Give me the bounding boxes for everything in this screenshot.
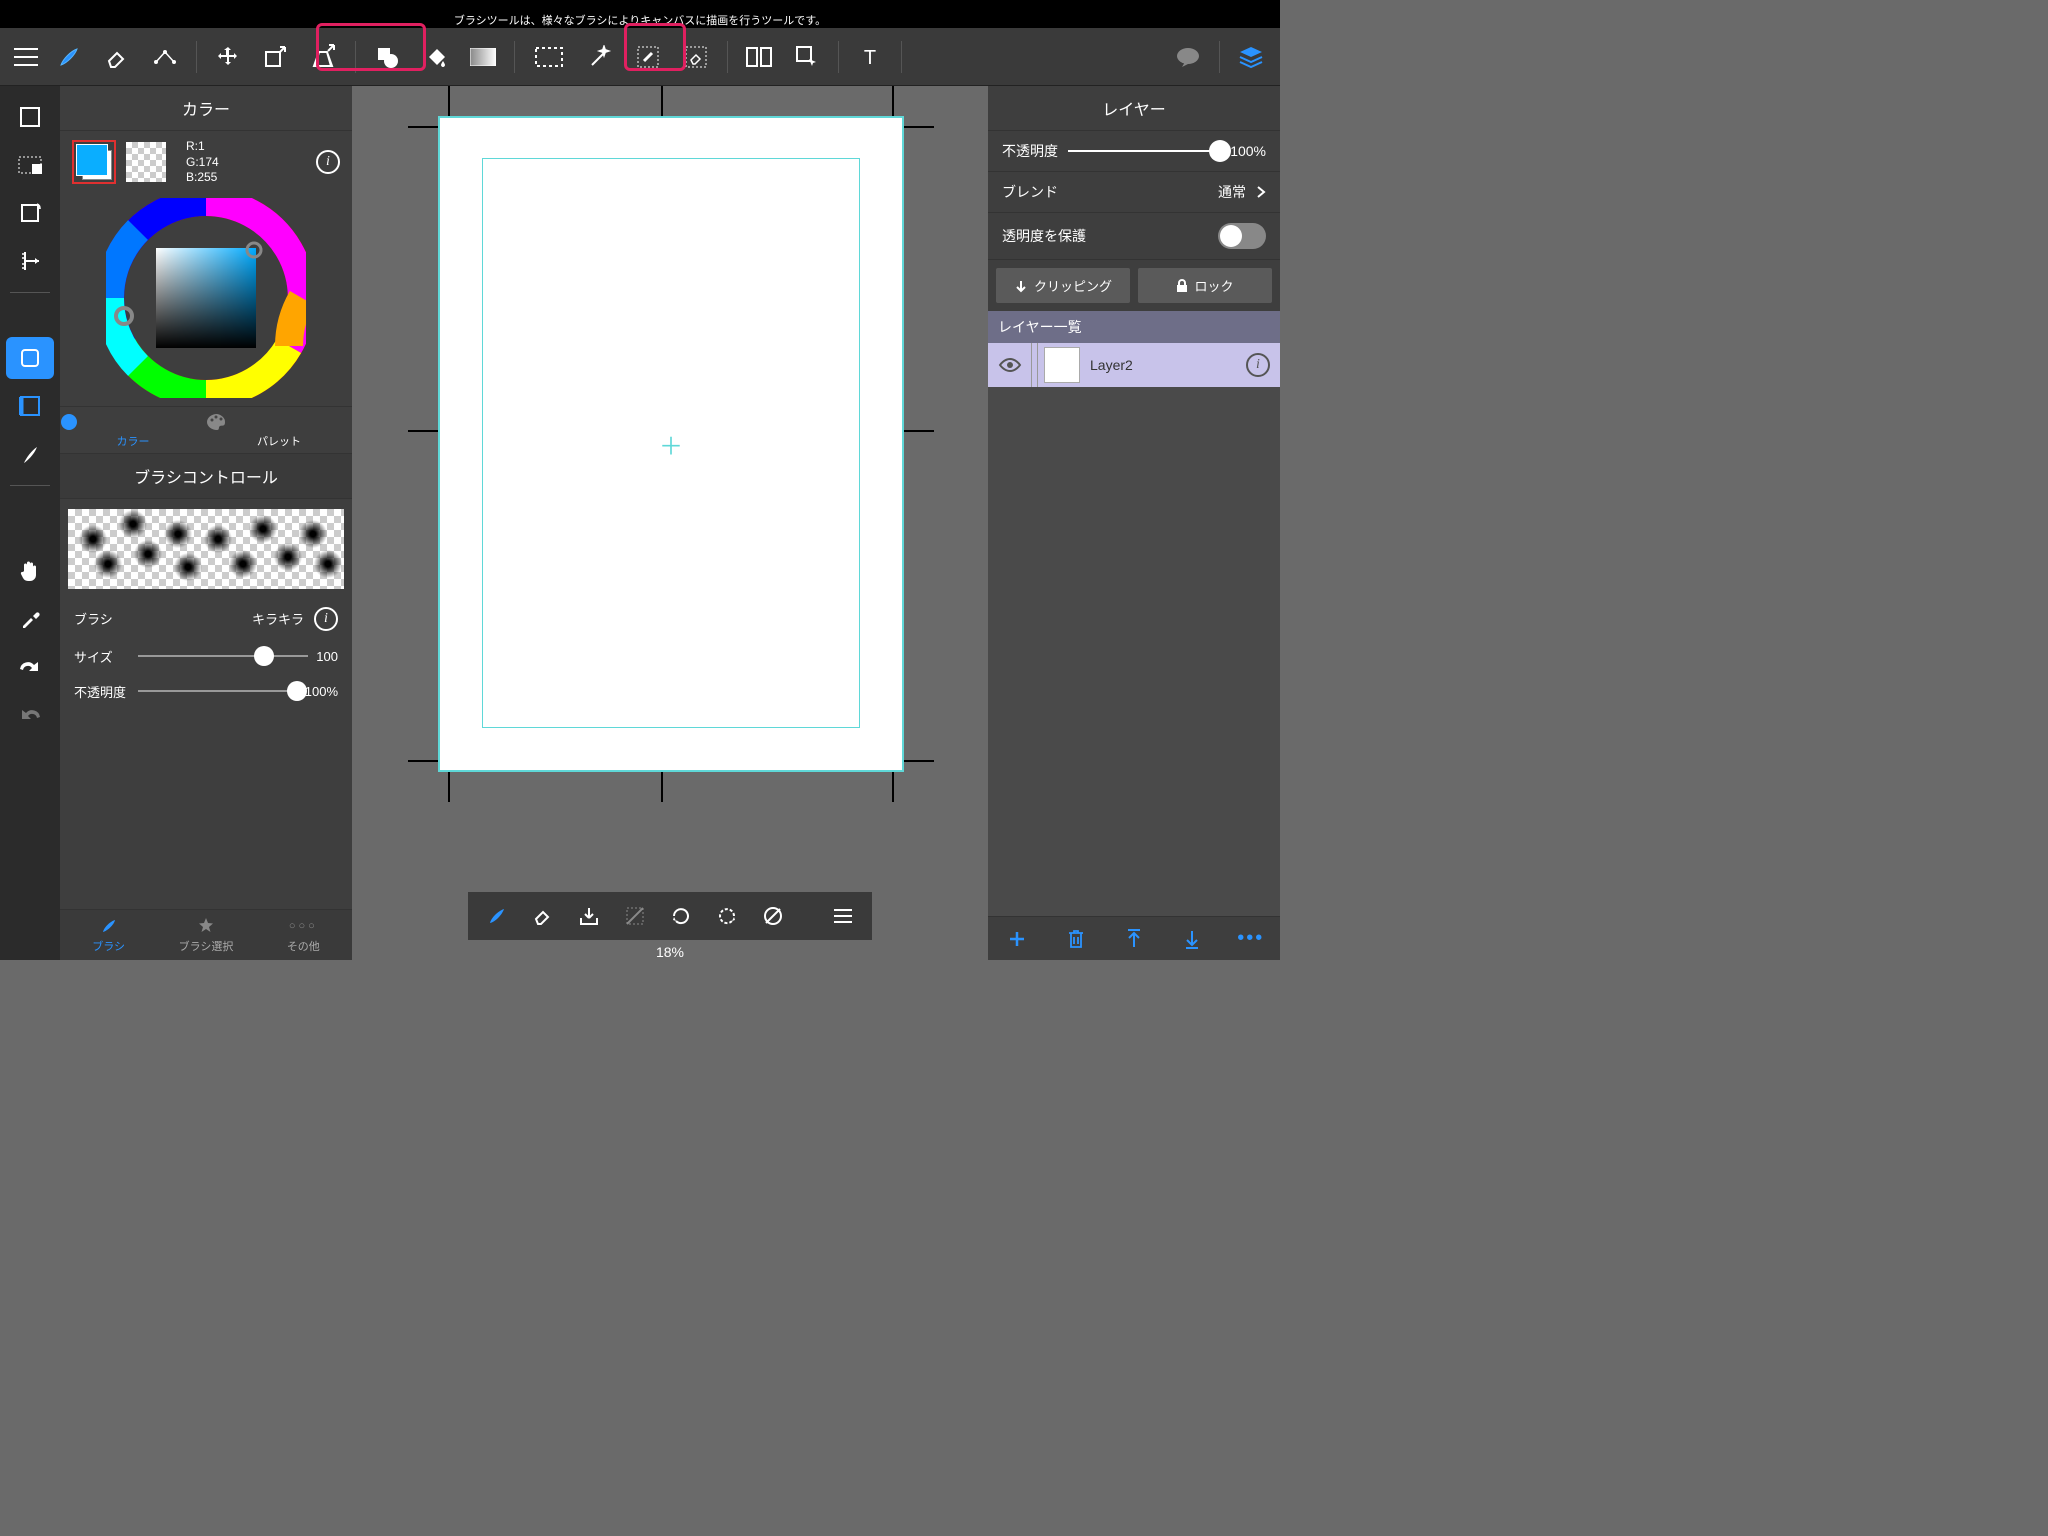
center-cross-icon: ＋ (659, 427, 683, 462)
delete-layer-button[interactable] (1056, 927, 1096, 950)
redo-tool[interactable] (6, 646, 54, 688)
select-brush-tool[interactable] (625, 36, 671, 78)
top-toolbar: T (0, 28, 1280, 86)
transform-tool[interactable] (253, 36, 299, 78)
layer-thumbnail (1044, 347, 1080, 383)
color-info-button[interactable]: i (316, 150, 340, 174)
layer-info-button[interactable]: i (1246, 353, 1270, 377)
reference-tool[interactable] (6, 385, 54, 427)
zoom-level: 18% (656, 944, 684, 960)
layer-visibility-toggle[interactable] (988, 343, 1032, 387)
transparent-swatch[interactable] (126, 142, 166, 182)
layers-toggle[interactable] (1228, 36, 1274, 78)
wand-tool[interactable] (577, 36, 623, 78)
perspective-tool[interactable] (301, 36, 347, 78)
status-bar (0, 0, 1280, 16)
hand-tool[interactable] (6, 550, 54, 592)
undo-tool[interactable] (6, 694, 54, 736)
palette-tab[interactable]: パレット (206, 407, 352, 453)
other-tab[interactable]: ○○○ その他 (255, 910, 352, 960)
canvas-page[interactable]: ＋ (438, 116, 904, 772)
frame-cursor-tool[interactable] (784, 36, 830, 78)
left-panel: カラー R:1 G:174 B:255 i (60, 86, 352, 960)
add-layer-button[interactable] (997, 927, 1037, 950)
move-tool[interactable] (205, 36, 251, 78)
protect-alpha-row[interactable]: 透明度を保護 (988, 213, 1280, 260)
clipping-icon (1014, 279, 1028, 293)
menu-button[interactable] (6, 48, 46, 66)
tooltip-text: ブラシツールは、様々なブラシによりキャンバスに描画を行うツールです。 (454, 15, 826, 27)
bb-deselect[interactable] (614, 898, 656, 934)
rgb-readout: R:1 G:174 B:255 (186, 139, 219, 186)
rotate-tool[interactable] (6, 192, 54, 234)
eraser-tool[interactable] (94, 36, 140, 78)
bb-save[interactable] (568, 898, 610, 934)
quick-mask-tool[interactable] (6, 144, 54, 186)
brush-name-row[interactable]: ブラシ キラキラ i (60, 599, 352, 639)
left-tool-rail (0, 86, 60, 960)
rect-select-tool[interactable] (523, 36, 575, 78)
chevron-right-icon (1256, 185, 1266, 199)
layer-row[interactable]: Layer2 i (988, 343, 1280, 387)
gradient-tool[interactable] (460, 36, 506, 78)
color-panel-title: カラー (60, 86, 352, 131)
bb-redo[interactable] (706, 898, 748, 934)
brush-tab[interactable]: ブラシ (60, 910, 157, 960)
fill-tool[interactable] (412, 36, 458, 78)
right-panel: レイヤー 不透明度 100% ブレンド 通常 透明度を保護 クリッピング ロック… (988, 86, 1280, 960)
color-tab[interactable]: カラー (60, 407, 206, 453)
layer-bottom-bar: ••• (988, 916, 1280, 960)
bb-eraser[interactable] (522, 898, 564, 934)
brush-select-tab[interactable]: ブラシ選択 (157, 910, 254, 960)
select-eraser-tool[interactable] (673, 36, 719, 78)
layer-name: Layer2 (1086, 357, 1246, 373)
smudge-tool[interactable] (142, 36, 188, 78)
bb-undo[interactable] (660, 898, 702, 934)
protect-alpha-toggle[interactable] (1218, 223, 1266, 249)
balloon-tool[interactable] (1165, 36, 1211, 78)
layer-list-header: レイヤー一覧 (988, 311, 1280, 343)
lock-button[interactable]: ロック (1138, 268, 1272, 303)
brush-info-button[interactable]: i (314, 607, 338, 631)
canvas-bottom-toolbar (468, 892, 872, 940)
brush-preview[interactable] (68, 509, 344, 589)
text-tool[interactable]: T (847, 36, 893, 78)
shape-tool[interactable] (364, 36, 410, 78)
svg-text:T: T (864, 47, 876, 68)
color-wheel[interactable] (60, 194, 352, 406)
pen-tool[interactable] (6, 433, 54, 475)
flip-tool[interactable] (6, 240, 54, 282)
layer-down-button[interactable] (1172, 927, 1212, 950)
eyedropper-tool[interactable] (6, 598, 54, 640)
brush-control-title: ブラシコントロール (60, 454, 352, 499)
layer-more-button[interactable]: ••• (1231, 927, 1271, 950)
brush-size-slider[interactable]: サイズ 100 (60, 639, 352, 674)
layer-empty-area (988, 387, 1280, 916)
brush-tool[interactable] (46, 36, 92, 78)
bb-no-rotate[interactable] (752, 898, 794, 934)
tooltip-bar: ブラシツールは、様々なブラシによりキャンバスに描画を行うツールです。 (0, 16, 1280, 28)
layer-up-button[interactable] (1114, 927, 1154, 950)
lock-icon (1176, 279, 1188, 293)
blend-mode-row[interactable]: ブレンド 通常 (988, 172, 1280, 213)
canvas-area[interactable]: ＋ 18% (352, 86, 988, 960)
layer-panel-title: レイヤー (988, 86, 1280, 131)
clipping-button[interactable]: クリッピング (996, 268, 1130, 303)
brush-opacity-slider[interactable]: 不透明度 100% (60, 674, 352, 709)
color-panel-tool[interactable] (6, 337, 54, 379)
fullscreen-tool[interactable] (6, 96, 54, 138)
frame-divide-tool[interactable] (736, 36, 782, 78)
layer-opacity-row[interactable]: 不透明度 100% (988, 131, 1280, 172)
color-swatch-stack[interactable] (72, 140, 116, 184)
bb-brush[interactable] (476, 898, 518, 934)
bb-menu[interactable] (822, 898, 864, 934)
